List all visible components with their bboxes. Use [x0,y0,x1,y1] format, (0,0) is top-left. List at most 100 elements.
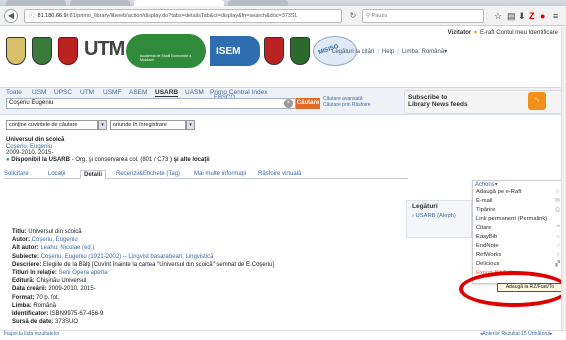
url-host: 81.180.66.9 [37,13,67,19]
isem-logo[interactable]: ISEM [216,46,240,57]
download-icon[interactable]: ⬇ [518,9,526,23]
user-nav: Vizitator ★ E-raft Contul meu Identifica… [448,29,558,36]
action-email[interactable]: E-mail ✉ [476,197,562,205]
email-icon: ✉ [554,198,560,204]
match-type-select[interactable]: conţine cuvintele de căutare [6,120,98,130]
scope-tab-uasm[interactable]: UASM [185,89,204,96]
reload-icon[interactable]: ↻ [346,9,360,23]
quote-icon: ❝ [556,225,560,231]
language-select[interactable]: Limba: Română [402,49,444,55]
utm-logo[interactable]: UTM [84,38,125,61]
secondary-links: Legături la citări | Help | Limba: Română▾ [332,49,448,55]
usarb-crest-logo[interactable] [290,37,310,65]
rss-text: Subscribe to Library News feeds [408,94,468,108]
action-easybib[interactable]: EasyBib ○ [476,233,562,241]
action-refworks[interactable]: RefWorks ○ [476,251,562,259]
detail-row-description: Descriere: Elegiile de la Bălţi [Cuvînt … [12,261,275,268]
detail-row-identifier: Identificator: ISBN9975-67-456-9 [12,311,104,318]
scope-tab-upsc[interactable]: UPSC [54,89,72,96]
chevron-down-icon: ▾ [444,49,448,55]
author-link[interactable]: Coşeriu, Eugeniu [32,237,78,243]
help-link[interactable]: Help [382,49,394,55]
browser-search-input[interactable]: ⚲ Pauza [362,9,484,23]
alt-author-link[interactable]: Leahu, Nicolae (ed.) [40,245,94,251]
avail-location: - Org. şi conservarea col. (801 / C73 ) [69,156,173,163]
detail-row-source: Sursă de date: 373SUO [12,319,79,326]
scope-tab-toate[interactable]: Toate [6,89,22,96]
more-locations-link[interactable]: şi alte locaţii [174,157,210,163]
star-icon: ☆ [554,189,560,195]
back-icon[interactable]: ◀ [4,9,18,23]
record-details: Titlu: Universul din scoică Autor: Coşer… [12,228,274,326]
usmf-crest-logo[interactable] [58,37,78,65]
detail-row-series: Titluri în relaţie: Serii Opera aperta [12,270,108,277]
usm-crest-logo[interactable] [6,37,26,65]
uasm-crest-logo[interactable] [264,37,284,65]
browse-search-link[interactable]: Căutare prin Răsfoire [323,102,371,108]
account-link[interactable]: Contul meu [496,30,527,36]
subject-link[interactable]: Coşeriu, Eugeniu [41,254,87,260]
address-bar[interactable]: ⓘ 81.180.66.9/:81/primo_library/libweb/ac… [24,9,342,23]
search-button[interactable]: Căutare [296,98,320,109]
avail-library[interactable]: USARB [49,157,70,163]
login-link[interactable]: Identificare [529,30,558,36]
citation-links[interactable]: Legături la citări [332,49,374,55]
clear-search-icon[interactable]: × [284,99,293,108]
aleph-link[interactable]: › USARB (Aleph) [412,213,456,219]
action-endnote[interactable]: EndNote ○ [476,242,562,250]
addon-icon[interactable]: ● [540,9,545,23]
scope-tab-utm[interactable]: UTM [80,89,94,96]
asem-logo[interactable] [126,34,206,68]
search-input[interactable]: Coşeriu Eugeniu [6,98,296,109]
menu-icon[interactable]: ≡ [553,9,558,23]
detail-row-format: Format: 70 p. fot. [12,294,60,301]
info-icon: ⓘ [29,13,35,19]
chevron-down-icon[interactable]: ▾ [186,120,195,130]
tab-locatii[interactable]: Locaţii [48,170,65,179]
tab-solicitare[interactable]: Solicitare [4,170,29,179]
scrollbar[interactable] [561,27,566,330]
action-permalink[interactable]: Link permanent (Permalink) [476,215,562,223]
scope-tab-usmf[interactable]: USMF [103,89,121,96]
tab-detalii[interactable]: Detalii [80,170,107,179]
visitor-label: Vizitator [447,30,472,36]
star-icon: ★ [472,30,479,36]
back-to-results-link[interactable]: Înapoi la lista rezultatelor [4,331,59,337]
advanced-search-links: Căutare avansată Căutare prin Răsfoire [323,96,371,108]
detail-row-language: Limba: Română [12,302,57,309]
series-link[interactable]: Serii Opera aperta [59,270,108,276]
result-pager[interactable]: ◂Anterior Rezultat 15 Următorul▸ [480,331,553,337]
print-icon: ⎙ [555,207,560,213]
scope-tab-usm[interactable]: USM [32,89,46,96]
action-delicious[interactable]: Delicious ▞ [476,260,562,268]
avail-label: Disponibil la [11,156,47,163]
search-field-select[interactable]: oriunde în înregistrare [110,120,186,130]
action-add-eraft[interactable]: Adaugă pe e-Raft ☆ [476,188,562,196]
tab-mai-multe[interactable]: Mai multe informaţii [194,170,246,179]
record-summary: Universul din scoică Coşeriu, Eugeniu 20… [6,137,210,163]
detail-row-author: Autor: Coşeriu, Eugeniu [12,237,78,244]
links-heading: Legături [412,203,438,210]
tab-recenzii[interactable]: Recenzii&Etichete (Tag) [116,170,180,179]
scope-tab-usarb[interactable]: USARB [155,89,179,97]
zotero-icon[interactable]: Z [529,9,535,23]
subject-link-2[interactable]: (1921-2002) -- Lingvist basarabean; Ling… [88,254,213,260]
actions-menu-heading[interactable]: Actions▾ [475,181,498,188]
tab-rasfoire[interactable]: Răsfoire virtuală [258,170,301,179]
easybib-icon: ○ [556,234,560,240]
availability-line: ● Disponibil la USARB - Org. şi conserva… [6,157,210,164]
action-cite[interactable]: Citare ❝ [476,224,562,232]
asem-logo-text: Academia de Studii Economice a Moldovei [140,54,192,62]
upsc-crest-logo[interactable] [32,37,52,65]
browser-search-placeholder: Pauza [371,13,388,19]
rss-icon[interactable]: ◝ [528,92,546,110]
eraft-link[interactable]: E-raft [480,30,495,36]
endnote-icon: ○ [556,243,560,249]
bookmarks-icon[interactable]: ▤ [507,9,516,23]
rss-line2: Library News feeds [408,101,468,108]
scope-tab-asem[interactable]: ASEM [129,89,147,96]
action-print[interactable]: Tipărire ⎙ [476,206,562,214]
bookmark-star-icon[interactable]: ☆ [494,9,502,23]
detail-row-publisher: Editură: Chişinău Universul [12,278,87,285]
chevron-down-icon[interactable]: ▾ [98,120,107,130]
